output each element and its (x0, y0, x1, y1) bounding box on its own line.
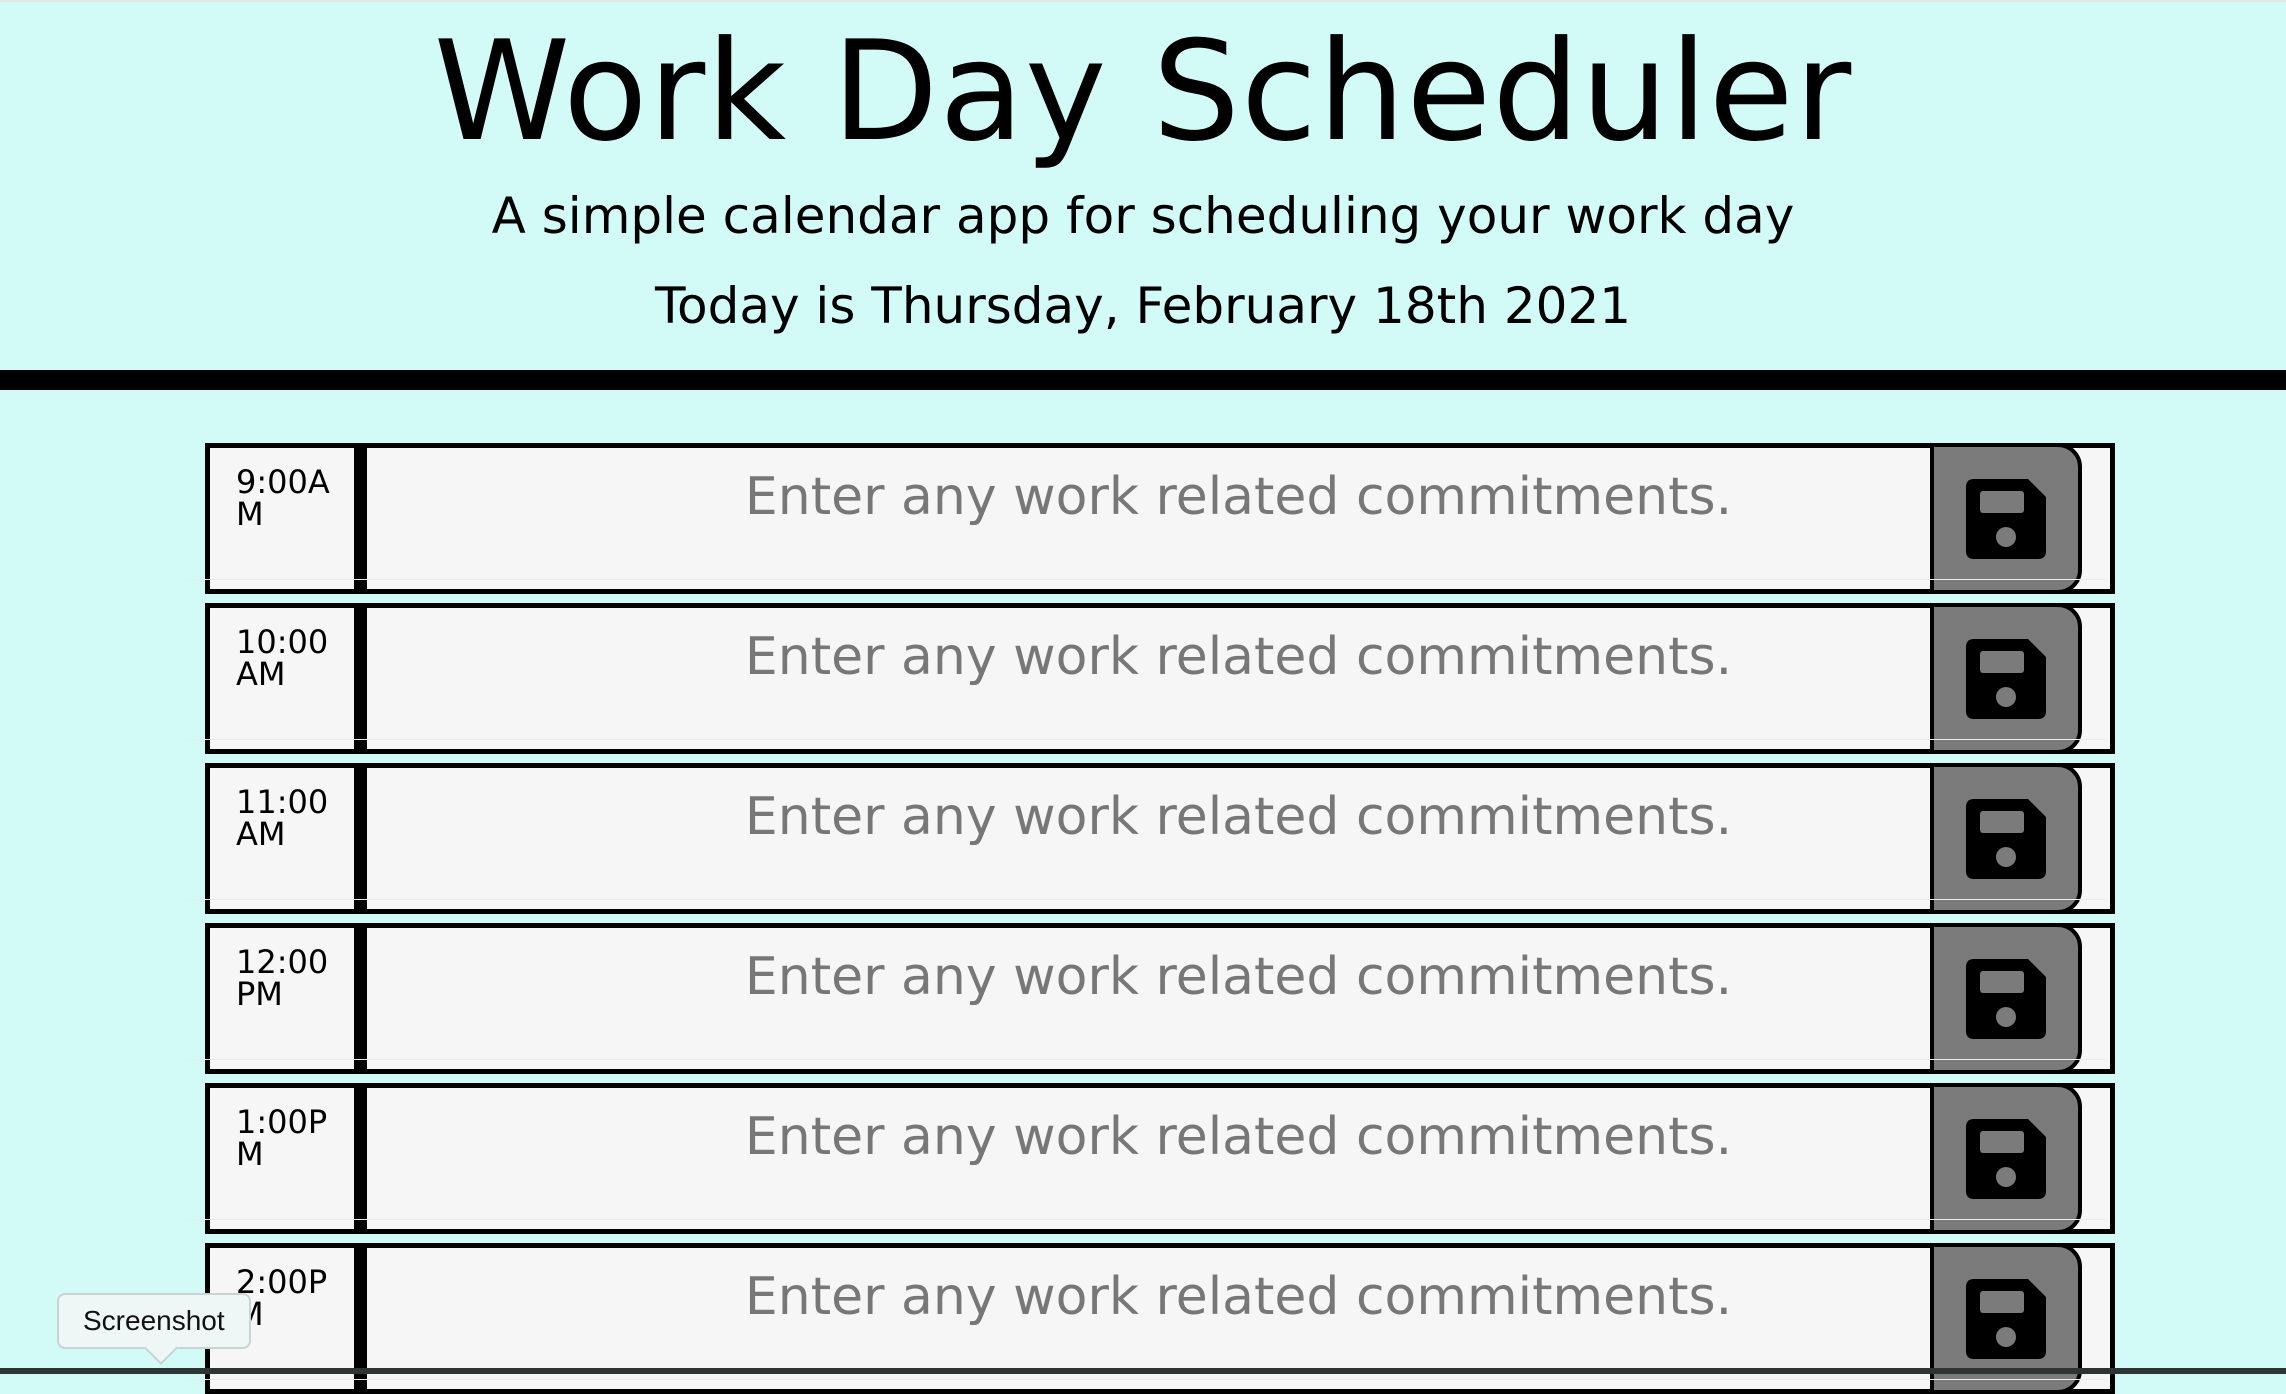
hour-label: 11:00 AM (205, 763, 359, 914)
time-block-row: 9:00AM (185, 420, 2115, 594)
page-subtitle: A simple calendar app for scheduling you… (491, 187, 1795, 245)
time-block-row: 11:00 AM (185, 740, 2115, 914)
floppy-disk-icon (1966, 478, 2046, 559)
time-block-row: 10:00 AM (185, 580, 2115, 754)
hour-label: 12:00 PM (205, 923, 359, 1074)
task-description-input[interactable] (359, 1083, 2115, 1234)
floppy-disk-icon (1966, 798, 2046, 879)
save-button[interactable] (1930, 443, 2082, 594)
save-button[interactable] (1930, 603, 2082, 754)
save-button[interactable] (1930, 1083, 2082, 1234)
hour-label: 9:00AM (205, 443, 359, 594)
schedule-container: 9:00AM 10:00 AM 11:00 AM (185, 420, 2115, 1394)
header: Work Day Scheduler A simple calendar app… (0, 0, 2286, 370)
task-description-input[interactable] (359, 443, 2115, 594)
description-wrapper (359, 1083, 2115, 1234)
description-wrapper (359, 603, 2115, 754)
description-wrapper (359, 763, 2115, 914)
description-wrapper (359, 923, 2115, 1074)
description-wrapper (359, 443, 2115, 594)
task-description-input[interactable] (359, 923, 2115, 1074)
floppy-disk-icon (1966, 958, 2046, 1039)
current-day: Today is Thursday, February 18th 2021 (654, 277, 1632, 335)
time-block-row: 12:00 PM (185, 900, 2115, 1074)
task-description-input[interactable] (359, 603, 2115, 754)
window-bottom-edge (0, 1368, 2286, 1374)
floppy-disk-icon (1966, 1118, 2046, 1199)
screenshot-tooltip: Screenshot (57, 1293, 251, 1349)
floppy-disk-icon (1966, 638, 2046, 719)
save-button[interactable] (1930, 763, 2082, 914)
hour-label: 10:00 AM (205, 603, 359, 754)
time-block-row: 2:00PM (185, 1220, 2115, 1394)
time-block-row: 1:00PM (185, 1060, 2115, 1234)
save-button[interactable] (1930, 923, 2082, 1074)
hour-label: 1:00PM (205, 1083, 359, 1234)
page-title: Work Day Scheduler (433, 11, 1853, 172)
floppy-disk-icon (1966, 1278, 2046, 1359)
header-divider (0, 370, 2286, 390)
task-description-input[interactable] (359, 763, 2115, 914)
